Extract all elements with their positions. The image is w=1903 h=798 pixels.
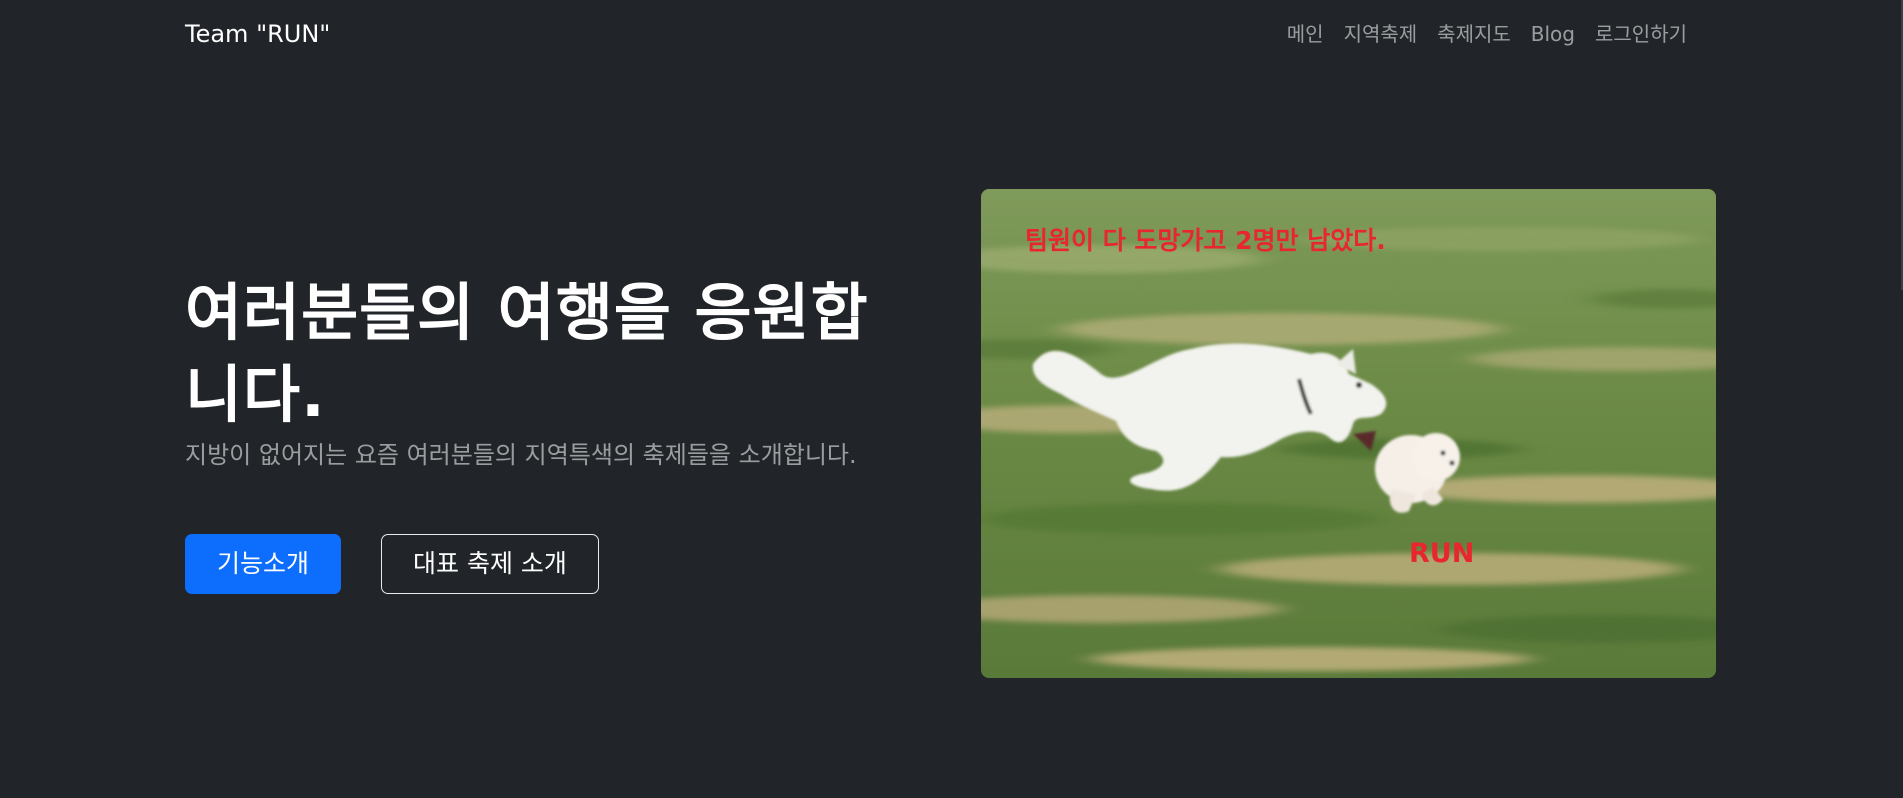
nav-link-festival-map[interactable]: 축제지도 [1437,18,1511,50]
nav-link-blog[interactable]: Blog [1531,18,1575,50]
image-caption-run: RUN [1409,538,1474,569]
hero-title: 여러분들의 여행을 응원합니다. [185,276,869,431]
nav-link-main[interactable]: 메인 [1287,18,1324,50]
navbar-brand[interactable]: Team "RUN" [185,18,330,50]
hero-text: 여러분들의 여행을 응원합니다. 지방이 없어지는 요즘 여러분들의 지역특색의… [185,272,925,474]
hero-buttons: 기능소개 대표 축제 소개 [185,534,599,594]
running-dogs-image: 팀원이 다 도망가고 2명만 남았다. RUN [981,189,1716,678]
nav-link-festivals[interactable]: 지역축제 [1344,18,1418,50]
nav-links: 메인 지역축제 축제지도 Blog 로그인하기 [1287,18,1687,50]
hero-subtitle: 지방이 없어지는 요즘 여러분들의 지역특색의 축제들을 소개합니다. [185,441,857,469]
navbar: Team "RUN" 메인 지역축제 축제지도 Blog 로그인하기 [0,0,1903,68]
image-caption-top: 팀원이 다 도망가고 2명만 남았다. [1025,226,1386,255]
featured-festival-button[interactable]: 대표 축제 소개 [381,534,599,594]
hero-image: 팀원이 다 도망가고 2명만 남았다. RUN [981,189,1716,678]
features-button[interactable]: 기능소개 [185,534,342,594]
nav-link-login[interactable]: 로그인하기 [1595,18,1687,50]
